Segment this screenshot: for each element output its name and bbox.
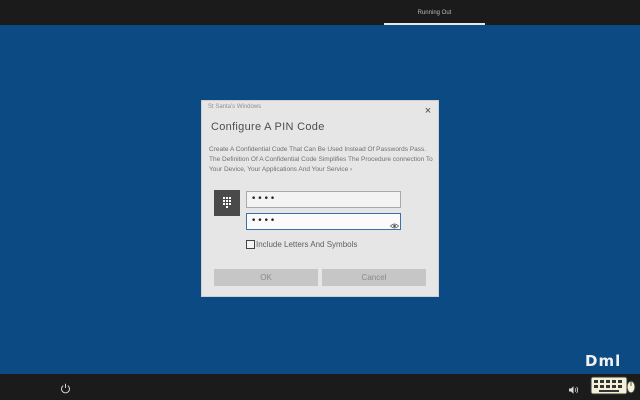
- dialog-caption: St Santa's Windows: [208, 104, 262, 110]
- tab-active-indicator: [384, 23, 485, 25]
- checkbox-label: Include Letters And Symbols: [256, 240, 358, 249]
- pin-input[interactable]: ••••: [246, 191, 401, 208]
- pin-setup-dialog: St Santa's Windows × Configure A PIN Cod…: [201, 100, 439, 297]
- watermark-text: Dml: [585, 352, 622, 370]
- close-icon[interactable]: ×: [421, 104, 435, 118]
- volume-icon[interactable]: [568, 382, 580, 394]
- letters-symbols-checkbox[interactable]: [246, 240, 255, 249]
- bottom-bar: [0, 374, 640, 400]
- keypad-icon: [214, 190, 240, 216]
- tab-running-out[interactable]: Running Out: [384, 0, 485, 25]
- top-bar: [0, 0, 640, 25]
- cancel-button[interactable]: Cancel: [322, 269, 426, 286]
- eye-icon[interactable]: [389, 217, 400, 229]
- ok-button[interactable]: OK: [214, 269, 318, 286]
- power-icon[interactable]: [60, 381, 71, 394]
- dialog-description: Create A Confidential Code That Can Be U…: [209, 146, 433, 173]
- dialog-title: Configure A PIN Code: [211, 121, 325, 133]
- confirm-pin-input[interactable]: ••••: [246, 213, 401, 230]
